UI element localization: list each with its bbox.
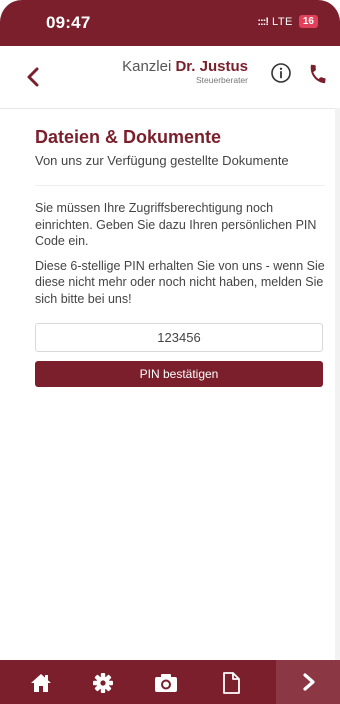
tab-home[interactable]: [28, 670, 54, 696]
chevron-right-icon: [303, 673, 315, 691]
status-time: 09:47: [46, 13, 91, 32]
bottom-tab-bar: [0, 660, 340, 704]
tab-documents[interactable]: [218, 670, 244, 696]
tab-camera[interactable]: [152, 670, 178, 696]
divider: [35, 185, 325, 186]
brand-title: Kanzlei Dr. Justus: [118, 58, 248, 75]
brand-logo: Kanzlei Dr. Justus Steuerberater: [118, 58, 248, 86]
access-instruction: Sie müssen Ihre Zugriffsberechtigung noc…: [35, 201, 317, 248]
camera-icon: [155, 674, 177, 692]
brand-prefix: Kanzlei: [122, 58, 172, 75]
brand-name: Dr. Justus: [175, 58, 248, 75]
main-content: Dateien & Dokumente Von uns zur Verfügun…: [35, 126, 325, 387]
phone-icon: [310, 64, 326, 84]
back-button[interactable]: [24, 66, 44, 88]
confirm-pin-button[interactable]: PIN bestätigen: [35, 361, 323, 387]
gear-icon: [93, 673, 113, 693]
document-icon: [223, 672, 240, 694]
chevron-left-icon: [27, 67, 39, 87]
pin-input[interactable]: [35, 323, 323, 352]
signal-icon: :::!: [257, 15, 269, 28]
battery-indicator: 16: [298, 15, 318, 28]
app-header: Kanzlei Dr. Justus Steuerberater: [0, 46, 340, 109]
tab-next[interactable]: [276, 660, 340, 704]
network-type: LTE: [272, 15, 293, 28]
call-button[interactable]: [307, 63, 329, 85]
scroll-edge: [335, 108, 340, 660]
page-subtitle: Von uns zur Verfügung gestellte Dokument…: [35, 153, 289, 168]
pin-info: Diese 6-stellige PIN erhalten Sie von un…: [35, 258, 325, 306]
status-bar: 09:47 :::! LTE 16: [0, 0, 340, 46]
home-icon: [31, 674, 51, 692]
tab-settings[interactable]: [90, 670, 116, 696]
page-title: Dateien & Dokumente: [35, 127, 222, 147]
info-icon: [271, 63, 291, 83]
status-indicators: :::! LTE 16: [257, 15, 318, 28]
brand-subtitle: Steuerberater: [196, 75, 248, 85]
info-button[interactable]: [270, 62, 292, 84]
